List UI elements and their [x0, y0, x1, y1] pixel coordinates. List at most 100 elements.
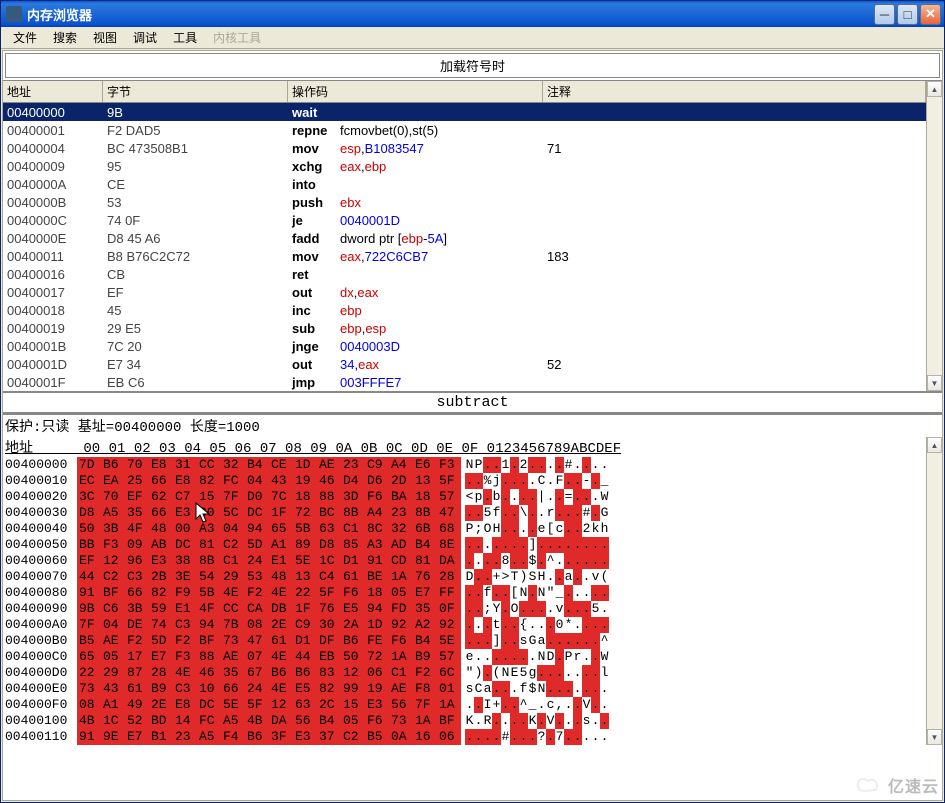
disasm-panel: 地址 字节 操作码 注释 004000009Bwait00400001F2 DA…	[3, 81, 926, 391]
opcode-cell: movesp,B1083547	[288, 141, 543, 156]
menu-debug[interactable]: 调试	[125, 27, 165, 48]
operand: esp,B1083547	[340, 141, 424, 156]
watermark-text: 亿速云	[888, 773, 939, 797]
disasm-row[interactable]: 0040000ACEinto	[3, 175, 926, 193]
disasm-row[interactable]: 00400017EFoutdx,eax	[3, 283, 926, 301]
scroll-up-icon[interactable]: ▲	[927, 437, 942, 453]
opcode-cell: jmp003FFFE7	[288, 375, 543, 390]
hex-addr: 00400080	[5, 585, 77, 601]
hex-body: 地址 00 01 02 03 04 05 06 07 08 09 0A 0B 0…	[3, 437, 942, 745]
close-button[interactable]: ✕	[920, 4, 941, 25]
disasm-row[interactable]: 0040001845incebp	[3, 301, 926, 319]
disasm-row[interactable]: 0040001B7C 20jnge0040003D	[3, 337, 926, 355]
app-icon	[6, 6, 22, 22]
menu-view[interactable]: 视图	[85, 27, 125, 48]
disasm-row[interactable]: 00400004BC 473508B1movesp,B108354771	[3, 139, 926, 157]
disasm-row[interactable]: 00400016CBret	[3, 265, 926, 283]
disasm-row[interactable]: 00400001F2 DAD5repnefcmovbet(0),st(5)	[3, 121, 926, 139]
hex-row[interactable]: 00400010ECEA2566E882FC04431946D4D62D135F…	[5, 473, 924, 489]
hex-rows[interactable]: 004000007DB670E831CC32B4CE1DAE23C9A4E6F3…	[3, 457, 926, 745]
minimize-button[interactable]: ─	[874, 4, 895, 25]
hex-addr: 004000E0	[5, 681, 77, 697]
disasm-scrollbar[interactable]: ▲ ▼	[926, 81, 942, 391]
mnemonic: sub	[292, 321, 340, 336]
hex-addr: 004000C0	[5, 649, 77, 665]
hex-row[interactable]: 0040007044C2C32B3E5429534813C461BE1A7628…	[5, 569, 924, 585]
scroll-down-icon[interactable]: ▼	[927, 729, 942, 745]
header-opcode[interactable]: 操作码	[288, 81, 543, 102]
scroll-up-icon[interactable]: ▲	[927, 81, 942, 97]
hex-row[interactable]: 0040008091BF6682F95B4EF24E225FF61805E7FF…	[5, 585, 924, 601]
hex-ascii: ....#...?.7.....	[465, 729, 609, 745]
addr-cell: 00400001	[3, 123, 103, 138]
disasm-row[interactable]: 0040001DE7 34out34,eax52	[3, 355, 926, 373]
hex-ascii: K.R....K.V...s..	[465, 713, 609, 729]
hex-row[interactable]: 004000B0B5AEF25DF2BF734761D1DFB6FEF6B45E…	[5, 633, 924, 649]
hex-row[interactable]: 00400030D8A53566E3805CDC1F72BC8BA4238B47…	[5, 505, 924, 521]
disasm-row[interactable]: 0040000995xchgeax,ebp	[3, 157, 926, 175]
hex-row[interactable]: 004000C0650517E7F388AE074E44EB50721AB957…	[5, 649, 924, 665]
hex-ascii: ..5f..\..r...#.G	[465, 505, 609, 521]
menu-file[interactable]: 文件	[5, 27, 45, 48]
menu-search[interactable]: 搜索	[45, 27, 85, 48]
titlebar[interactable]: 内存浏览器 ─ □ ✕	[1, 1, 944, 27]
maximize-button[interactable]: □	[897, 4, 918, 25]
scroll-track[interactable]	[927, 453, 942, 729]
mnemonic: repne	[292, 123, 340, 138]
operand: 0040001D	[340, 213, 400, 228]
comment-cell: 71	[543, 141, 926, 156]
header-address[interactable]: 地址	[3, 81, 103, 102]
hex-row[interactable]: 00400040503B4F4800A30494655B63C18C326B68…	[5, 521, 924, 537]
operand: fcmovbet(0),st(5)	[340, 123, 438, 138]
hex-row[interactable]: 004000F008A1492EE8DC5E5F12632C15E3567F1A…	[5, 697, 924, 713]
hex-addr: 00400040	[5, 521, 77, 537]
hex-row[interactable]: 004000E0734361B9C31066244EE5829919AEF801…	[5, 681, 924, 697]
hex-row[interactable]: 004000909BC63B59E14FCCCADB1F76E594FD350F…	[5, 601, 924, 617]
opcode-cell: subebp,esp	[288, 321, 543, 336]
addr-cell: 0040001B	[3, 339, 103, 354]
hex-ascii: NP..1.2....#....	[465, 457, 609, 473]
hex-addr: 00400050	[5, 537, 77, 553]
hex-row[interactable]: 004001004B1C52BD14FCA54BDA56B405F6731ABF…	[5, 713, 924, 729]
disasm-row[interactable]: 0040001FEB C6jmp003FFFE7	[3, 373, 926, 391]
addr-cell: 00400016	[3, 267, 103, 282]
hex-ascii: ....8..$.^......	[465, 553, 609, 569]
mnemonic: out	[292, 357, 340, 372]
hex-row[interactable]: 004000203C70EF62C7157FD07C18883DF6BA1857…	[5, 489, 924, 505]
header-comment[interactable]: 注释	[543, 81, 926, 102]
menu-tools[interactable]: 工具	[165, 27, 205, 48]
hex-addr: 004000B0	[5, 633, 77, 649]
mnemonic: fadd	[292, 231, 340, 246]
mnemonic: out	[292, 285, 340, 300]
scroll-down-icon[interactable]: ▼	[927, 375, 942, 391]
bytes-cell: B8 B76C2C72	[103, 249, 288, 264]
hex-row[interactable]: 004000007DB670E831CC32B4CE1DAE23C9A4E6F3…	[5, 457, 924, 473]
hex-scrollbar[interactable]: ▲ ▼	[926, 437, 942, 745]
hex-ascii: ..%j....C.F..-._	[465, 473, 609, 489]
disasm-rows[interactable]: 004000009Bwait00400001F2 DAD5repnefcmovb…	[3, 103, 926, 391]
hex-bytes: 7DB670E831CC32B4CE1DAE23C9A4E6F3	[77, 457, 461, 473]
hex-ascii: ..;Y.O....v...5.	[465, 601, 609, 617]
mnemonic: xchg	[292, 159, 340, 174]
disasm-row[interactable]: 0040000C74 0Fje0040001D	[3, 211, 926, 229]
opcode-cell: repnefcmovbet(0),st(5)	[288, 123, 543, 138]
hex-row[interactable]: 00400050BBF309ABDC81C25DA189D885A3ADB48E…	[5, 537, 924, 553]
disasm-row[interactable]: 0040000ED8 45 A6fadddword ptr [ebp-5A]	[3, 229, 926, 247]
hex-row[interactable]: 004000A07F04DE74C3947B082EC9302A1D92A292…	[5, 617, 924, 633]
hex-row[interactable]: 004000D0222987284E463567B6B6831206C1F26C…	[5, 665, 924, 681]
opcode-cell: outdx,eax	[288, 285, 543, 300]
hex-row[interactable]: 00400060EF1296E3388BC124E15E1CD191CD81DA…	[5, 553, 924, 569]
disasm-row[interactable]: 004000009Bwait	[3, 103, 926, 121]
mnemonic: wait	[292, 105, 340, 120]
header-bytes[interactable]: 字节	[103, 81, 288, 102]
addr-cell: 0040000B	[3, 195, 103, 210]
disasm-row[interactable]: 0040001929 E5subebp,esp	[3, 319, 926, 337]
disasm-row[interactable]: 0040000B53pushebx	[3, 193, 926, 211]
scroll-track[interactable]	[927, 97, 942, 375]
menu-kernel[interactable]: 内核工具	[205, 27, 269, 48]
opcode-cell: moveax,722C6CB7	[288, 249, 543, 264]
mnemonic: jnge	[292, 339, 340, 354]
hex-row[interactable]: 00400110919EE7B123A5F4B63FE337C2B50A1606…	[5, 729, 924, 745]
hex-bytes: B5AEF25DF2BF734761D1DFB6FEF6B45E	[77, 633, 461, 649]
disasm-row[interactable]: 00400011B8 B76C2C72moveax,722C6CB7183	[3, 247, 926, 265]
